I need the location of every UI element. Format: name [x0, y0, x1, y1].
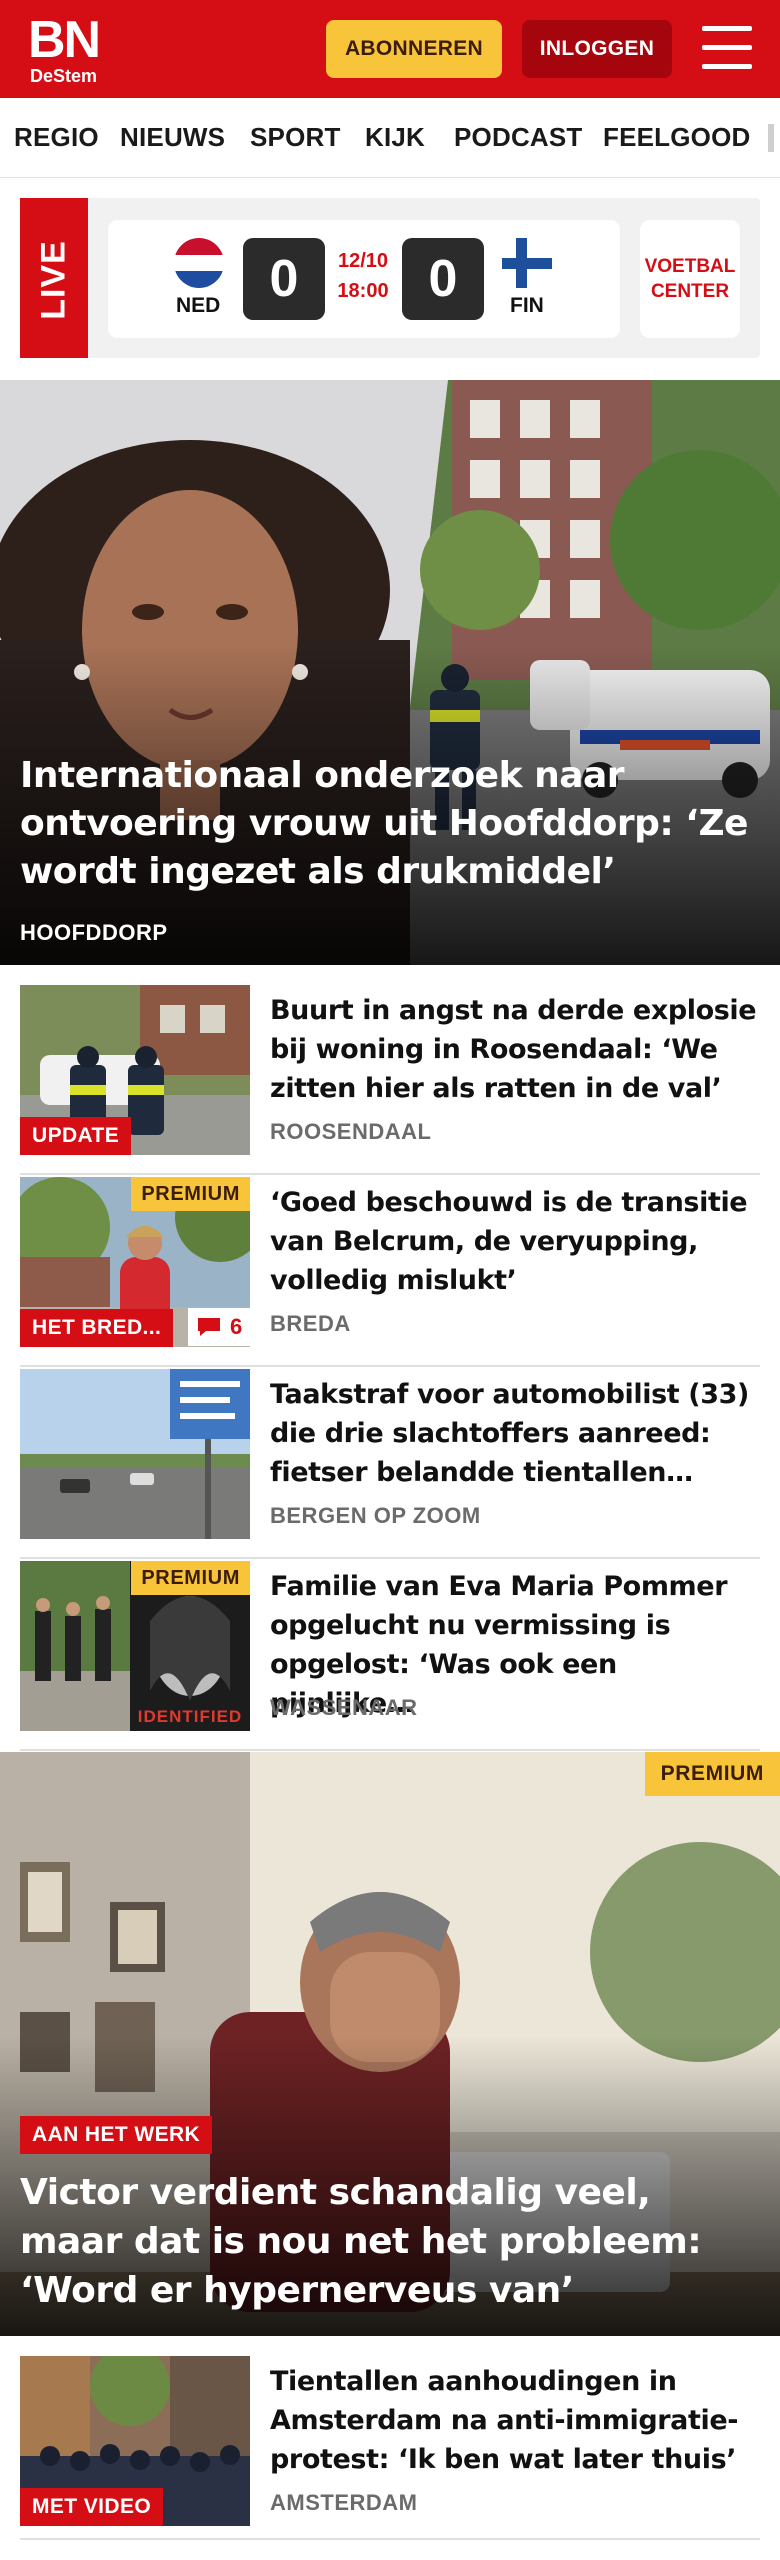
identified-image-text: IDENTIFIED [137, 1707, 243, 1726]
finland-flag-icon [502, 238, 552, 288]
premium-badge: PREMIUM [644, 1752, 780, 1796]
article-thumbnail: PREMIUM IDENTIFIED [20, 1561, 250, 1731]
article-title[interactable]: ‘Goed beschouwd is de transitie van Belc… [270, 1183, 760, 1300]
update-badge: UPDATE [20, 1117, 132, 1155]
article-row[interactable]: MET VIDEO Tientallen aanhoudingen in Ams… [20, 2356, 760, 2540]
article-title[interactable]: Tientallen aanhoudingen in Amsterdam na … [270, 2362, 760, 2479]
nav-item-sport[interactable]: SPORT [250, 122, 341, 153]
article-row[interactable]: Taakstraf voor automobilist (33) die dri… [20, 1369, 760, 1559]
article-thumbnail: UPDATE [20, 985, 250, 1155]
subscribe-button[interactable]: ABONNEREN [326, 20, 502, 78]
away-score: 0 [402, 238, 484, 320]
article-location: BREDA [270, 1311, 351, 1336]
article-location: BERGEN OP ZOOM [270, 1503, 481, 1528]
article-location: ROOSENDAAL [270, 1119, 432, 1144]
video-badge: MET VIDEO [20, 2488, 164, 2526]
article-row[interactable]: PREMIUM HET BRED... 6 ‘Goed beschouwd is… [20, 1177, 760, 1367]
match-date: 12/10 [337, 250, 389, 272]
login-button[interactable]: INLOGGEN [522, 20, 672, 78]
hero2-article-title[interactable]: Victor verdient schandalig veel, maar da… [20, 2168, 760, 2315]
away-team-label: FIN [510, 294, 544, 317]
home-score: 0 [243, 238, 325, 320]
nav-item-regio[interactable]: REGIO [14, 122, 99, 153]
bn-destem-logo[interactable]: BN DeStem [28, 14, 112, 86]
article-location: WASSENAAR [270, 1695, 418, 1720]
article-row[interactable]: UPDATE Buurt in angst na derde explosie … [20, 985, 760, 1175]
article-thumbnail: MET VIDEO [20, 2356, 250, 2526]
comment-icon [198, 1318, 220, 1336]
article-location: AMSTERDAM [270, 2490, 418, 2515]
site-header: BN DeStem ABONNEREN INLOGGEN [0, 0, 780, 98]
comments-number: 6 [230, 1314, 243, 1339]
netherlands-flag-icon [174, 238, 224, 288]
article-title[interactable]: Taakstraf voor automobilist (33) die dri… [270, 1375, 760, 1492]
hero-article-title[interactable]: Internationaal onderzoek naar ontvoering… [20, 752, 760, 896]
nav-item-podcast[interactable]: PODCAST [454, 122, 583, 153]
premium-badge: PREMIUM [131, 1561, 250, 1595]
home-team-label: NED [176, 294, 221, 317]
comments-count[interactable]: 6 [188, 1308, 250, 1346]
voetbal-center-link[interactable]: VOETBAL CENTER [640, 220, 740, 338]
section-badge: AAN HET WERK [20, 2116, 213, 2154]
nav-item-nieuws[interactable]: NIEUWS [120, 122, 225, 153]
match-datetime: 12/10 18:00 [330, 246, 396, 306]
nav-item-feelgood[interactable]: FEELGOOD [603, 122, 751, 153]
hero-article-location: HOOFDDORP [20, 920, 168, 945]
logo-text-sub: DeStem [30, 66, 98, 86]
article-thumbnail [20, 1369, 250, 1539]
article-row[interactable]: PREMIUM IDENTIFIED Familie van Eva Maria… [20, 1561, 760, 1751]
section-nav: REGIO NIEUWS SPORT KIJK PODCAST FEELGOOD [0, 98, 780, 178]
logo-text-main: BN [28, 11, 101, 69]
nav-overflow-hint [768, 124, 774, 152]
section-badge: HET BRED... [20, 1309, 174, 1347]
article-title[interactable]: Buurt in angst na derde explosie bij won… [270, 991, 760, 1108]
nav-item-kijk[interactable]: KIJK [365, 122, 425, 153]
premium-badge: PREMIUM [131, 1177, 250, 1211]
article-photo [20, 1369, 250, 1539]
menu-icon[interactable] [702, 26, 752, 70]
live-label: LIVE [34, 240, 73, 320]
match-time: 18:00 [337, 280, 389, 302]
